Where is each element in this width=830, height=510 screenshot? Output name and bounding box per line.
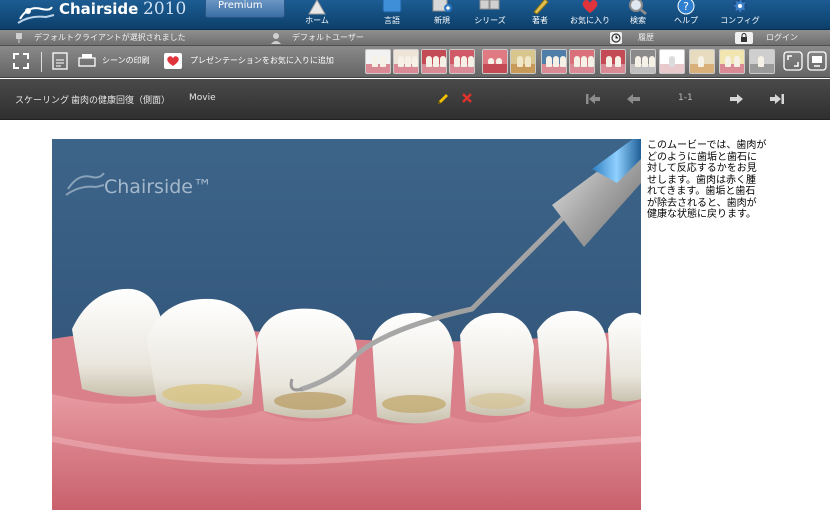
status-bar: デフォルトクライアントが選択されました デフォルトユーザー 履歴 ログイン bbox=[0, 30, 830, 46]
nav-help[interactable]: ? ヘルプ bbox=[662, 0, 710, 30]
history-button[interactable]: 履歴 bbox=[606, 30, 666, 46]
scene-thumbnail-3[interactable] bbox=[421, 49, 447, 74]
scene-thumbnail-6[interactable] bbox=[510, 49, 536, 74]
print-icon[interactable] bbox=[77, 51, 97, 71]
dental-scaling-illustration: Chairside™ bbox=[52, 139, 641, 510]
scene-thumbnail-2[interactable] bbox=[393, 49, 419, 74]
heart-icon[interactable] bbox=[163, 51, 183, 71]
nav-language-label: 言語 bbox=[384, 16, 400, 25]
history-label: 履歴 bbox=[638, 33, 654, 42]
nav-config-label: コンフィグ bbox=[720, 16, 760, 25]
new-icon bbox=[432, 0, 452, 12]
add-to-favorites-button[interactable]: プレゼンテーションをお気に入りに追加 bbox=[190, 55, 334, 66]
favorites-icon bbox=[582, 0, 598, 13]
lock-icon bbox=[735, 32, 753, 44]
nav-new[interactable]: 新規 bbox=[418, 0, 466, 30]
nav-config[interactable]: コンフィグ bbox=[716, 0, 764, 30]
nav-favorites-label: お気に入り bbox=[570, 16, 610, 25]
scene-thumbnail-12[interactable] bbox=[689, 49, 715, 74]
scene-thumbnail-13[interactable] bbox=[719, 49, 745, 74]
nav-author[interactable]: 著者 bbox=[516, 0, 564, 30]
delete-icon[interactable] bbox=[461, 92, 473, 104]
current-user-text[interactable]: デフォルトユーザー bbox=[292, 30, 364, 46]
movie-description: このムービーでは、歯肉が どのように歯垢と歯石に 対して反応するかをお見 せしま… bbox=[647, 140, 767, 220]
content-area: Chairside™ このムービーでは、歯肉が どのように歯垢と歯石に 対して反… bbox=[0, 120, 830, 510]
selected-client-text: デフォルトクライアントが選択されました bbox=[34, 33, 186, 42]
nav-favorites[interactable]: お気に入り bbox=[566, 0, 614, 30]
nav-author-label: 著者 bbox=[532, 16, 548, 25]
edit-pencil-icon[interactable] bbox=[436, 92, 450, 106]
language-icon bbox=[382, 0, 402, 13]
nav-language[interactable]: 言語 bbox=[368, 0, 416, 30]
edition-label: Premium bbox=[218, 0, 263, 11]
last-page-icon[interactable] bbox=[768, 92, 786, 106]
search-icon bbox=[629, 0, 647, 16]
expand-icon[interactable] bbox=[783, 51, 803, 71]
presentation-title-bar: スケーリング 歯肉の健康回復（側面） Movie 1-1 bbox=[0, 79, 830, 120]
toolbar-separator bbox=[41, 52, 42, 72]
nav-series[interactable]: シリーズ bbox=[466, 0, 514, 30]
chairside-logo-icon bbox=[17, 6, 55, 24]
login-button[interactable]: ログイン bbox=[735, 30, 815, 46]
app-year: 2010 bbox=[143, 0, 187, 19]
presentation-title: 歯肉の健康回復（側面） bbox=[71, 96, 171, 106]
user-icon bbox=[271, 33, 281, 44]
movie-player[interactable]: Chairside™ bbox=[52, 139, 641, 510]
help-icon: ? bbox=[677, 0, 695, 15]
toolbar: シーンの印刷 プレゼンテーションをお気に入りに追加 bbox=[0, 46, 830, 78]
nav-search-label: 検索 bbox=[630, 16, 646, 25]
presentation-category: スケーリング bbox=[15, 96, 70, 106]
nav-search[interactable]: 検索 bbox=[614, 0, 662, 30]
gear-icon bbox=[732, 0, 748, 14]
previous-page-icon[interactable] bbox=[626, 92, 642, 106]
scene-thumbnail-11[interactable] bbox=[659, 49, 685, 74]
app-name: Chairside bbox=[59, 0, 139, 18]
document-icon[interactable] bbox=[50, 51, 70, 71]
print-scene-button[interactable]: シーンの印刷 bbox=[102, 55, 150, 66]
scene-thumbnail-5[interactable] bbox=[482, 49, 508, 74]
pin-icon bbox=[16, 33, 22, 43]
scene-thumbnail-10[interactable] bbox=[630, 49, 656, 74]
fullscreen-icon[interactable] bbox=[11, 51, 31, 71]
clock-icon bbox=[610, 32, 622, 44]
nav-series-label: シリーズ bbox=[474, 16, 506, 25]
header-bar: Chairside 2010 Premium ホーム 言語 新規 シリーズ 著者… bbox=[0, 0, 830, 30]
scene-thumbnail-7[interactable] bbox=[541, 49, 567, 74]
presentation-mode-icon[interactable] bbox=[807, 51, 827, 71]
home-icon bbox=[308, 0, 326, 15]
nav-new-label: 新規 bbox=[434, 16, 450, 25]
series-icon bbox=[479, 0, 500, 10]
nav-home[interactable]: ホーム bbox=[293, 0, 341, 30]
nav-help-label: ヘルプ bbox=[674, 16, 698, 25]
scene-thumbnail-14[interactable] bbox=[749, 49, 775, 74]
edition-tab: Premium bbox=[205, 0, 285, 18]
login-label: ログイン bbox=[766, 33, 798, 42]
scene-thumbnail-1[interactable] bbox=[365, 49, 391, 74]
nav-home-label: ホーム bbox=[305, 16, 329, 25]
scene-thumbnail-4[interactable] bbox=[449, 49, 475, 74]
scene-thumbnail-8[interactable] bbox=[569, 49, 595, 74]
page-indicator: 1-1 bbox=[678, 93, 693, 103]
video-watermark: Chairside™ bbox=[104, 176, 212, 198]
next-page-icon[interactable] bbox=[728, 92, 744, 106]
author-icon bbox=[533, 0, 549, 15]
presentation-type: Movie bbox=[189, 93, 216, 103]
scene-thumbnail-9[interactable] bbox=[600, 49, 626, 74]
first-page-icon[interactable] bbox=[584, 92, 602, 106]
app-window: Chairside 2010 Premium ホーム 言語 新規 シリーズ 著者… bbox=[0, 0, 830, 510]
svg-text:?: ? bbox=[683, 0, 689, 13]
app-logo[interactable]: Chairside 2010 bbox=[0, 0, 205, 30]
